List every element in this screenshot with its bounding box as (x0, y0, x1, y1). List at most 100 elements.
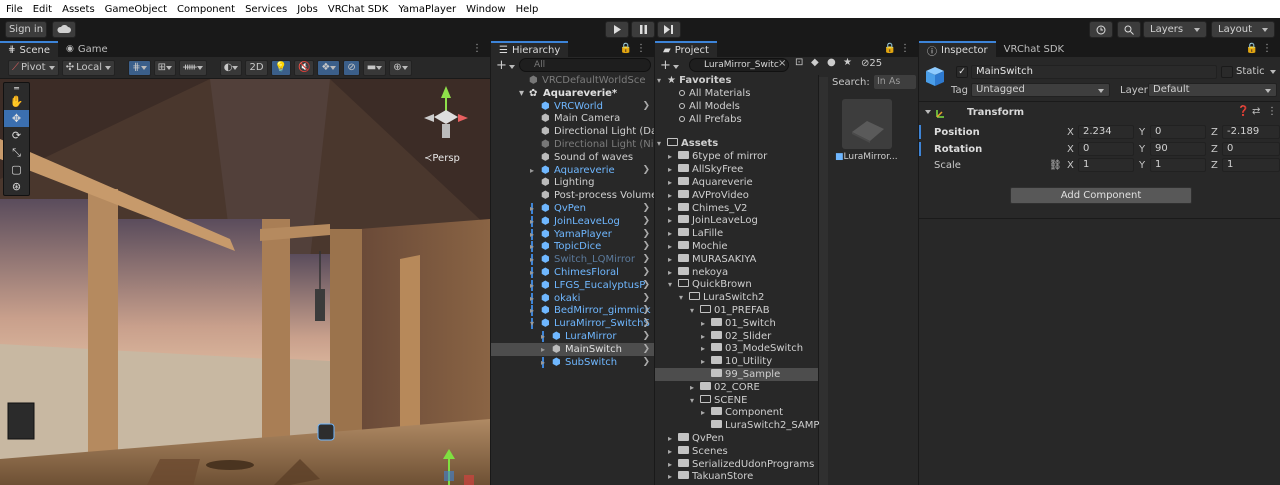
expand-arrow-icon[interactable]: ▸ (530, 304, 534, 317)
project-folder-item[interactable]: ▸ Scenes (655, 445, 818, 458)
scale-x-field[interactable]: 1 (1078, 158, 1134, 172)
rotate-tool-button[interactable]: ⟳ (4, 127, 29, 144)
hierarchy-item[interactable]: ⬢ Main Camera (491, 112, 654, 125)
expand-arrow-icon[interactable]: ▸ (541, 356, 545, 369)
local-dropdown[interactable]: ✣ Local (61, 59, 116, 76)
project-folder-item[interactable]: ▾ LuraSwitch2 (655, 291, 818, 304)
expand-arrow-icon[interactable]: ▾ (530, 317, 534, 330)
draw-mode-dropdown[interactable]: ◐ (219, 59, 243, 76)
project-folder-item[interactable]: ▸ AllSkyFree (655, 163, 818, 176)
y-axis-label[interactable]: Y (1139, 126, 1145, 139)
menu-item-edit[interactable]: Edit (33, 4, 52, 15)
expand-arrow-icon[interactable]: ▸ (530, 164, 534, 177)
tab-vrchat-sdk[interactable]: VRChat SDK (996, 41, 1072, 57)
hidden-packages-button[interactable]: ⊘25 (861, 58, 882, 69)
history-button[interactable] (1089, 21, 1113, 38)
camera-dropdown[interactable]: ▬ (362, 59, 387, 76)
sign-in-button[interactable]: Sign in (5, 21, 47, 38)
menu-item-gameobject[interactable]: GameObject (105, 4, 167, 15)
project-folder-item[interactable]: 99_Sample (655, 368, 818, 381)
expand-arrow-icon[interactable]: ▸ (668, 445, 678, 458)
rotation-z-field[interactable]: 0 (1222, 141, 1280, 156)
hierarchy-item[interactable]: ▾ ⬢ LuraMirror_SwitchS ❯ (491, 317, 654, 330)
hierarchy-item[interactable]: ⬢ Directional Light (Nigh (491, 138, 654, 151)
scale-z-field[interactable]: 1 (1222, 158, 1280, 172)
position-z-field[interactable]: -2.189 (1222, 125, 1280, 139)
object-name-field[interactable]: MainSwitch (971, 65, 1217, 79)
project-folder-item[interactable]: ▸ Component (655, 406, 818, 419)
project-folder-item[interactable]: ▸ QvPen (655, 432, 818, 445)
hierarchy-item[interactable]: ▸ ⬢ LuraMirror ❯ (491, 330, 654, 343)
create-asset-button[interactable]: + (660, 58, 679, 73)
hierarchy-item[interactable]: ▸ ⬢ MainSwitch ❯ (491, 342, 654, 356)
project-folder-item[interactable]: ▸ 03_ModeSwitch (655, 342, 818, 355)
open-prefab-arrow-icon[interactable]: ❯ (642, 253, 650, 266)
expand-arrow-icon[interactable]: ▸ (668, 202, 678, 215)
open-prefab-arrow-icon[interactable]: ❯ (642, 292, 650, 305)
cloud-button[interactable] (52, 21, 76, 38)
move-tool-button[interactable]: ✥ (4, 110, 29, 127)
project-folder-item[interactable]: ▸ 10_Utility (655, 355, 818, 368)
favorites-header[interactable]: ▾ ★ Favorites (655, 74, 818, 87)
hierarchy-item[interactable]: ⬢ Post-process Volume (491, 189, 654, 202)
add-component-button[interactable]: Add Component (1010, 187, 1192, 204)
tab-project[interactable]: ▰ Project (655, 41, 717, 57)
open-prefab-arrow-icon[interactable]: ❯ (642, 356, 650, 369)
favorite-star-icon[interactable]: ★ (843, 57, 852, 68)
y-axis-label[interactable]: Y (1139, 159, 1145, 172)
open-prefab-arrow-icon[interactable]: ❯ (642, 240, 650, 253)
expand-arrow-icon[interactable]: ▸ (530, 202, 534, 215)
orientation-gizmo[interactable] (416, 84, 476, 154)
menu-item-assets[interactable]: Assets (62, 4, 95, 15)
expand-arrow-icon[interactable]: ▸ (530, 266, 534, 279)
hierarchy-item[interactable]: ▸ ⬢ QvPen ❯ (491, 202, 654, 215)
hierarchy-item[interactable]: ⬢ Lighting (491, 176, 654, 189)
static-checkbox[interactable] (1221, 66, 1233, 78)
menu-item-window[interactable]: Window (466, 4, 505, 15)
expand-arrow-icon[interactable]: ▸ (530, 292, 534, 305)
x-axis-label[interactable]: X (1067, 126, 1074, 139)
static-dropdown-icon[interactable] (1270, 70, 1276, 74)
expand-arrow-icon[interactable]: ▸ (668, 266, 678, 279)
effects-dropdown[interactable]: ❖ (317, 59, 341, 76)
hierarchy-tab-menu-icons[interactable]: 🔒⋮ (620, 43, 650, 54)
favorite-search-item[interactable]: All Models (655, 100, 818, 113)
project-folder-item[interactable]: ▸ 02_Slider (655, 330, 818, 343)
scale-tool-button[interactable]: ⤡ (4, 144, 29, 161)
open-prefab-arrow-icon[interactable]: ❯ (642, 266, 650, 279)
open-prefab-arrow-icon[interactable]: ❯ (642, 164, 650, 177)
inspector-tab-menu-icons[interactable]: 🔒⋮ (1246, 43, 1276, 54)
expand-arrow-icon[interactable]: ▾ (690, 304, 700, 317)
y-axis-label[interactable]: Y (1139, 143, 1145, 156)
rect-tool-button[interactable]: ▢ (4, 161, 29, 178)
hierarchy-item[interactable]: ▸ ⬢ SubSwitch ❯ (491, 356, 654, 369)
project-folder-item[interactable]: ▸ 6type of mirror (655, 150, 818, 163)
expand-arrow-icon[interactable]: ▸ (668, 189, 678, 202)
expand-arrow-icon[interactable]: ▸ (668, 470, 678, 483)
menu-item-services[interactable]: Services (245, 4, 287, 15)
hierarchy-item[interactable]: ▸ ⬢ okaki ❯ (491, 292, 654, 305)
search-button[interactable] (1117, 21, 1141, 38)
expand-arrow-icon[interactable]: ▸ (701, 330, 711, 343)
project-folder-item[interactable]: ▸ 01_Switch (655, 317, 818, 330)
open-prefab-arrow-icon[interactable]: ❯ (642, 304, 650, 317)
hierarchy-item[interactable]: ⬢ Directional Light (Day (491, 125, 654, 138)
project-folder-item[interactable]: ▸ 02_CORE (655, 381, 818, 394)
open-prefab-arrow-icon[interactable]: ❯ (642, 215, 650, 228)
open-prefab-arrow-icon[interactable]: ❯ (642, 100, 650, 113)
open-prefab-arrow-icon[interactable]: ❯ (642, 279, 650, 292)
favorite-search-item[interactable]: All Prefabs (655, 113, 818, 126)
hierarchy-item[interactable]: ▸ ⬢ BedMirror_gimmick ❯ (491, 304, 654, 317)
preset-icon[interactable]: ⇄ (1252, 106, 1260, 117)
favorite-search-item[interactable]: All Materials (655, 87, 818, 100)
project-folder-item[interactable]: ▸ SerializedUdonPrograms (655, 458, 818, 471)
hierarchy-item[interactable]: ▸ ⬢ JoinLeaveLog ❯ (491, 215, 654, 228)
expand-arrow-icon[interactable]: ▸ (530, 279, 534, 292)
grid-visibility-button[interactable]: ⊞ (153, 59, 177, 76)
project-folder-item[interactable]: ▸ AVProVideo (655, 189, 818, 202)
menu-item-component[interactable]: Component (177, 4, 235, 15)
transform-tool-button[interactable]: ⊛ (4, 178, 29, 195)
expand-arrow-icon[interactable]: ▸ (701, 406, 711, 419)
hierarchy-search-input[interactable]: All (519, 58, 651, 72)
open-prefab-arrow-icon[interactable]: ❯ (642, 228, 650, 241)
